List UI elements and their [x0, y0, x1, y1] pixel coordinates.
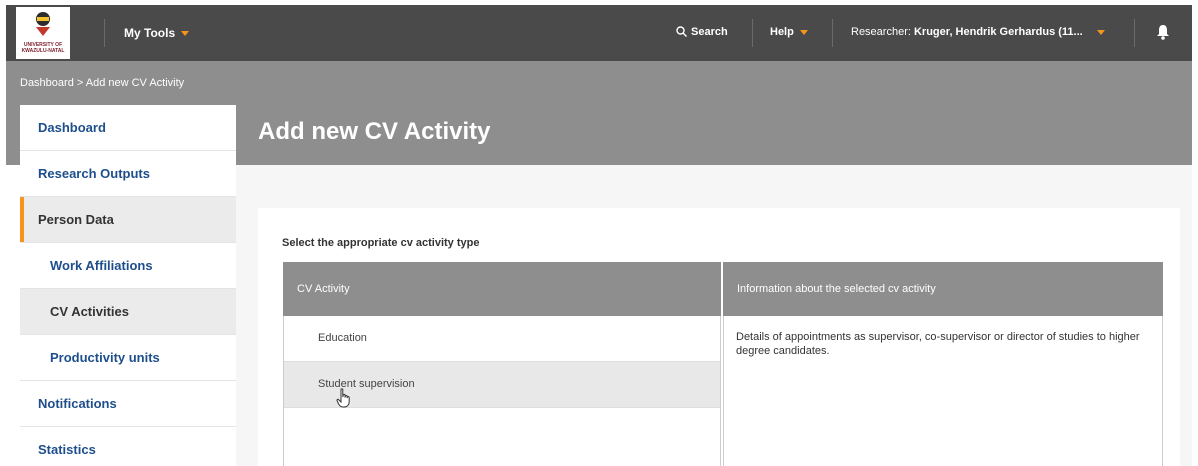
university-logo[interactable]: UNIVERSITY OF KWAZULU-NATAL: [16, 7, 70, 59]
search-label: Search: [691, 26, 728, 38]
researcher-prefix: Researcher:: [851, 26, 911, 38]
help-label: Help: [770, 26, 794, 38]
university-name: UNIVERSITY OF KWAZULU-NATAL: [21, 42, 65, 54]
sidebar-item-work-affiliations[interactable]: Work Affiliations: [20, 243, 236, 289]
researcher-menu[interactable]: Researcher: Kruger, Hendrik Gerhardus (1…: [851, 26, 1105, 38]
help-menu[interactable]: Help: [770, 26, 808, 38]
sidebar-item-research-outputs[interactable]: Research Outputs: [20, 151, 236, 197]
top-bar: UNIVERSITY OF KWAZULU-NATAL My Tools Sea…: [6, 5, 1192, 61]
activity-info-panel: Details of appointments as supervisor, c…: [723, 316, 1163, 466]
column-header-activity: CV Activity: [283, 262, 721, 316]
activity-item-education[interactable]: Education: [284, 316, 720, 362]
search-icon: [676, 26, 687, 37]
researcher-name: Kruger, Hendrik Gerhardus (11...: [913, 26, 1083, 38]
sidebar-item-dashboard[interactable]: Dashboard: [20, 105, 236, 151]
sidebar: Dashboard Research Outputs Person Data W…: [20, 105, 236, 466]
crest-icon: [36, 12, 50, 36]
sidebar-item-notifications[interactable]: Notifications: [20, 381, 236, 427]
my-tools-label: My Tools: [124, 26, 176, 40]
activity-info-text: Details of appointments as supervisor, c…: [736, 331, 1140, 357]
caret-down-icon: [1096, 29, 1105, 35]
caret-down-icon: [799, 29, 808, 35]
divider: [832, 19, 833, 47]
breadcrumb[interactable]: Dashboard > Add new CV Activity: [20, 77, 184, 89]
divider: [752, 19, 753, 47]
sidebar-item-productivity-units[interactable]: Productivity units: [20, 335, 236, 381]
page-title: Add new CV Activity: [258, 118, 491, 145]
divider: [1134, 19, 1135, 47]
sidebar-item-statistics[interactable]: Statistics: [20, 427, 236, 466]
search-button[interactable]: Search: [676, 26, 728, 38]
sidebar-item-cv-activities[interactable]: CV Activities: [20, 289, 236, 335]
hand-cursor-icon: [336, 388, 350, 408]
form-label: Select the appropriate cv activity type: [282, 237, 480, 249]
caret-down-icon: [181, 31, 190, 37]
bell-icon[interactable]: [1156, 24, 1170, 40]
column-header-info: Information about the selected cv activi…: [723, 262, 1163, 316]
my-tools-menu[interactable]: My Tools: [124, 26, 190, 40]
divider: [104, 19, 105, 47]
sidebar-item-person-data[interactable]: Person Data: [20, 197, 236, 243]
